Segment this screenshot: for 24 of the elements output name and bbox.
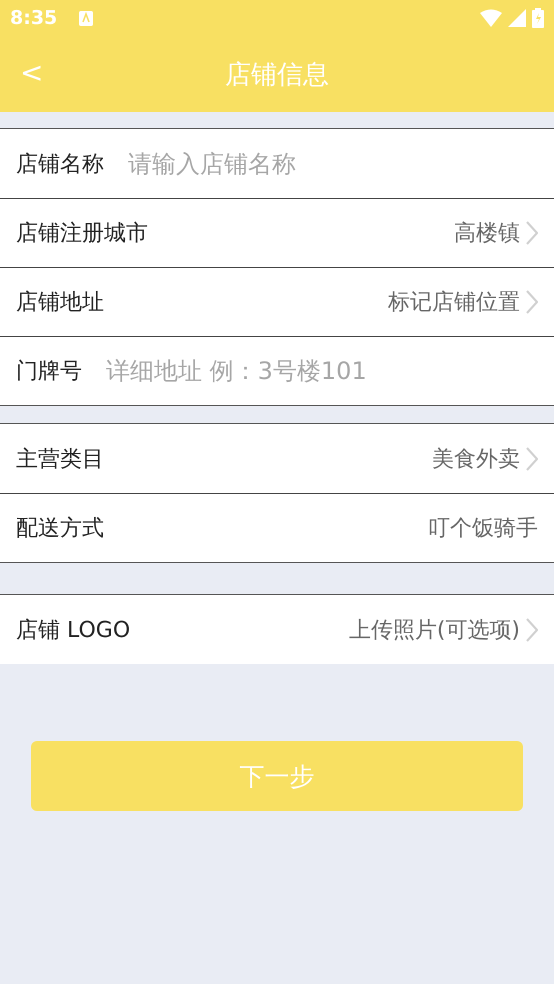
field-label: 门牌号 bbox=[0, 337, 82, 405]
chevron-icon bbox=[526, 221, 538, 245]
field-value: 叮个饭骑手 bbox=[428, 515, 538, 543]
text-input[interactable]: 请输入店铺名称 bbox=[104, 129, 554, 198]
chevron-icon bbox=[526, 618, 538, 642]
select-field[interactable]: 高楼镇 bbox=[454, 218, 538, 248]
status-time: 8:35 bbox=[10, 7, 58, 29]
signal-icon bbox=[508, 9, 526, 27]
field-label: 主营类目 bbox=[16, 446, 104, 474]
select-field[interactable]: 标记店铺位置 bbox=[388, 287, 538, 317]
wifi-icon bbox=[480, 9, 502, 27]
field-label: 店铺名称 bbox=[0, 129, 104, 198]
field-label: 店铺 LOGO bbox=[16, 616, 130, 644]
chevron-icon bbox=[526, 446, 538, 470]
text-input[interactable]: 详细地址 例：3号楼101 bbox=[82, 337, 554, 405]
select-field[interactable]: 上传照片(可选项) bbox=[348, 614, 538, 644]
field-label: 店铺地址 bbox=[16, 289, 104, 317]
page-title: 店铺信息 bbox=[225, 58, 329, 92]
battery-icon bbox=[532, 8, 544, 28]
chevron-icon bbox=[526, 290, 538, 314]
field-label: 配送方式 bbox=[16, 515, 104, 543]
field-label: 店铺注册城市 bbox=[16, 220, 148, 248]
select-field[interactable]: 美食外卖 bbox=[432, 444, 538, 474]
notification-icon bbox=[79, 10, 94, 26]
